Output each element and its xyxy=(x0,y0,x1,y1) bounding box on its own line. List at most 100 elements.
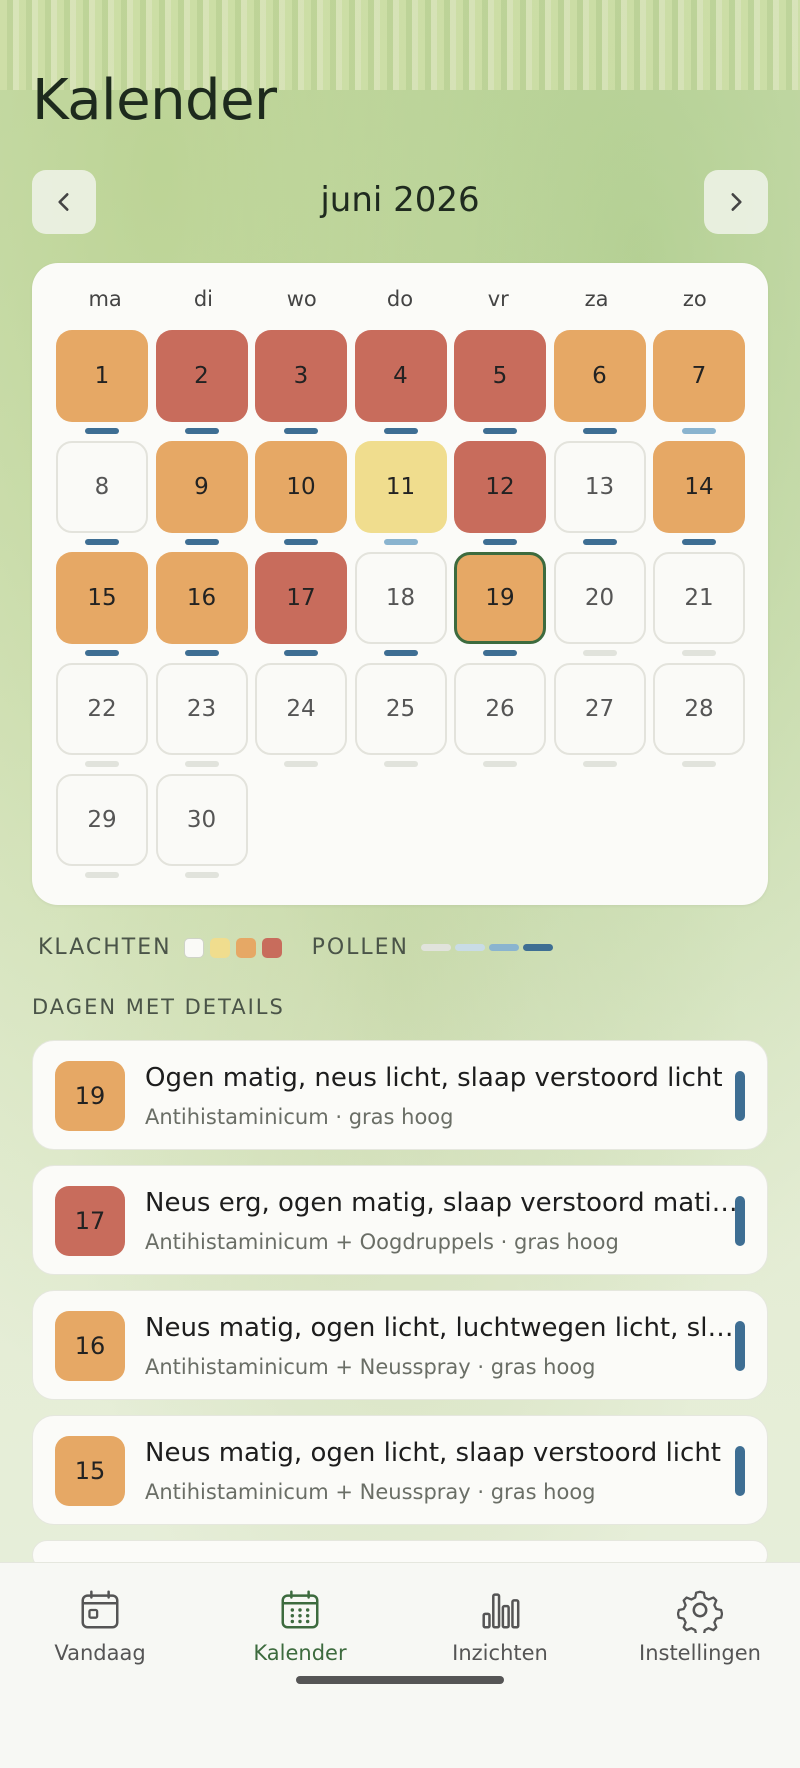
calendar-day-number: 18 xyxy=(385,585,416,611)
calendar-day-number: 14 xyxy=(684,474,714,500)
tab-instellingen[interactable]: Instellingen xyxy=(600,1587,800,1665)
legend-swatch-erg xyxy=(261,937,282,958)
tab-vandaag[interactable]: Vandaag xyxy=(0,1587,200,1665)
calendar-day[interactable]: 10 xyxy=(255,441,347,533)
calendar-day-number: 7 xyxy=(691,363,707,389)
calendar-day-number: 12 xyxy=(485,474,515,500)
detail-card[interactable]: 19 Ogen matig, neus licht, slaap verstoor… xyxy=(32,1040,768,1150)
detail-card[interactable]: 17 Neus erg, ogen matig, slaap verstoord … xyxy=(32,1165,768,1275)
calendar-day-number: 16 xyxy=(186,585,217,611)
calendar-day-icon xyxy=(81,1590,119,1629)
weekday-label: za xyxy=(584,287,609,311)
weekday-label: ma xyxy=(88,287,122,311)
calendar-day[interactable]: 9 xyxy=(155,441,248,533)
calendar-day[interactable]: 14 xyxy=(653,441,745,533)
tab-kalender[interactable]: Kalender xyxy=(200,1587,400,1665)
calendar-day-number: 4 xyxy=(393,363,408,389)
tab-inzichten[interactable]: Inzichten xyxy=(400,1587,600,1665)
calendar-day[interactable]: 29 xyxy=(56,774,148,866)
calendar-grid-icon xyxy=(281,1590,319,1629)
calendar-day-number: 25 xyxy=(385,696,416,722)
detail-card[interactable]: 15 Neus matig, ogen licht, slaap verstoor… xyxy=(32,1415,768,1525)
next-month-button[interactable] xyxy=(704,170,768,234)
detail-card[interactable]: 16 Neus matig, ogen licht, luchtwegen lic… xyxy=(32,1290,768,1400)
calendar-day[interactable]: 22 xyxy=(56,663,148,755)
calendar-day[interactable]: 27 xyxy=(553,663,646,755)
detail-day-badge: 17 xyxy=(55,1186,125,1256)
detail-day-badge: 16 xyxy=(55,1311,125,1381)
calendar-day[interactable]: 7 xyxy=(653,330,745,422)
calendar-day-number: 8 xyxy=(94,474,110,500)
pollen-indicator xyxy=(184,650,219,656)
calendar-day[interactable]: 24 xyxy=(255,663,347,755)
pollen-indicator xyxy=(284,539,318,545)
pollen-indicator xyxy=(184,539,219,545)
chevron-right-icon xyxy=(731,193,742,211)
calendar-day-today[interactable]: 19 xyxy=(454,552,546,644)
pollen-level-indicator xyxy=(735,1321,745,1371)
legend-pollen-none xyxy=(421,944,452,951)
weekday-label: wo xyxy=(286,287,317,311)
calendar-day[interactable]: 21 xyxy=(653,552,745,644)
tab-label: Instellingen xyxy=(639,1641,761,1665)
calendar-day[interactable]: 20 xyxy=(553,552,646,644)
page-title: Kalender xyxy=(32,68,277,133)
pollen-level-indicator xyxy=(735,1196,745,1246)
weekday-label: di xyxy=(193,287,213,311)
tab-label: Vandaag xyxy=(54,1641,146,1665)
calendar-day[interactable]: 17 xyxy=(255,552,347,644)
legend-pollen-label: POLLEN xyxy=(311,935,410,960)
detail-subtitle: Antihistaminicum + Neusspray · gras hoog xyxy=(145,1480,596,1504)
calendar-day[interactable]: 12 xyxy=(454,441,546,533)
pollen-indicator xyxy=(582,539,617,545)
calendar-day[interactable]: 28 xyxy=(653,663,745,755)
calendar-day[interactable]: 3 xyxy=(255,330,347,422)
bottom-navigation: Vandaag Kalender Inzichten Instellingen xyxy=(0,1562,800,1768)
pollen-indicator xyxy=(184,872,219,878)
pollen-indicator xyxy=(582,761,617,767)
calendar-day-number: 10 xyxy=(286,474,316,500)
calendar-day[interactable]: 11 xyxy=(354,441,447,533)
legend-pollen-hoog xyxy=(523,944,554,951)
calendar-day[interactable]: 13 xyxy=(553,441,646,533)
legend-pollen-matig xyxy=(489,944,520,951)
detail-day-badge: 19 xyxy=(55,1061,125,1131)
details-section-label: DAGEN MET DETAILS xyxy=(32,995,285,1019)
pollen-indicator xyxy=(284,428,318,434)
pollen-indicator xyxy=(682,650,716,656)
detail-title: Neus matig, ogen licht, slaap verstoord … xyxy=(145,1438,721,1468)
calendar-day[interactable]: 18 xyxy=(354,552,447,644)
pollen-level-indicator xyxy=(735,1071,745,1121)
calendar-day[interactable]: 1 xyxy=(56,330,148,422)
legend: KLACHTEN POLLEN xyxy=(38,935,554,960)
pollen-indicator xyxy=(284,650,318,656)
calendar-day[interactable]: 2 xyxy=(155,330,248,422)
calendar-day[interactable]: 26 xyxy=(454,663,546,755)
pollen-indicator xyxy=(85,872,119,878)
calendar-day-number: 1 xyxy=(94,363,110,389)
tab-label: Kalender xyxy=(253,1641,347,1665)
calendar-day[interactable]: 23 xyxy=(155,663,248,755)
legend-klachten-label: KLACHTEN xyxy=(38,935,172,960)
detail-title: Neus matig, ogen licht, luchtwegen licht… xyxy=(145,1313,745,1343)
calendar-day[interactable]: 8 xyxy=(56,441,148,533)
detail-subtitle: Antihistaminicum + Oogdruppels · gras ho… xyxy=(145,1230,619,1254)
calendar-day-number: 13 xyxy=(584,474,615,500)
calendar-day[interactable]: 30 xyxy=(155,774,248,866)
tab-label: Inzichten xyxy=(452,1641,548,1665)
calendar-day[interactable]: 4 xyxy=(354,330,447,422)
pollen-indicator xyxy=(682,539,716,545)
pollen-indicator xyxy=(383,539,418,545)
calendar-day[interactable]: 15 xyxy=(56,552,148,644)
calendar-day[interactable]: 6 xyxy=(553,330,646,422)
pollen-indicator xyxy=(483,650,517,656)
calendar-day-number: 21 xyxy=(684,585,714,611)
calendar-day[interactable]: 16 xyxy=(155,552,248,644)
pollen-indicator xyxy=(85,428,119,434)
legend-pollen-laag xyxy=(455,944,486,951)
calendar-day[interactable]: 5 xyxy=(454,330,546,422)
calendar-day[interactable]: 25 xyxy=(354,663,447,755)
pollen-indicator xyxy=(85,650,119,656)
pollen-indicator xyxy=(682,428,716,434)
detail-subtitle: Antihistaminicum · gras hoog xyxy=(145,1105,454,1129)
